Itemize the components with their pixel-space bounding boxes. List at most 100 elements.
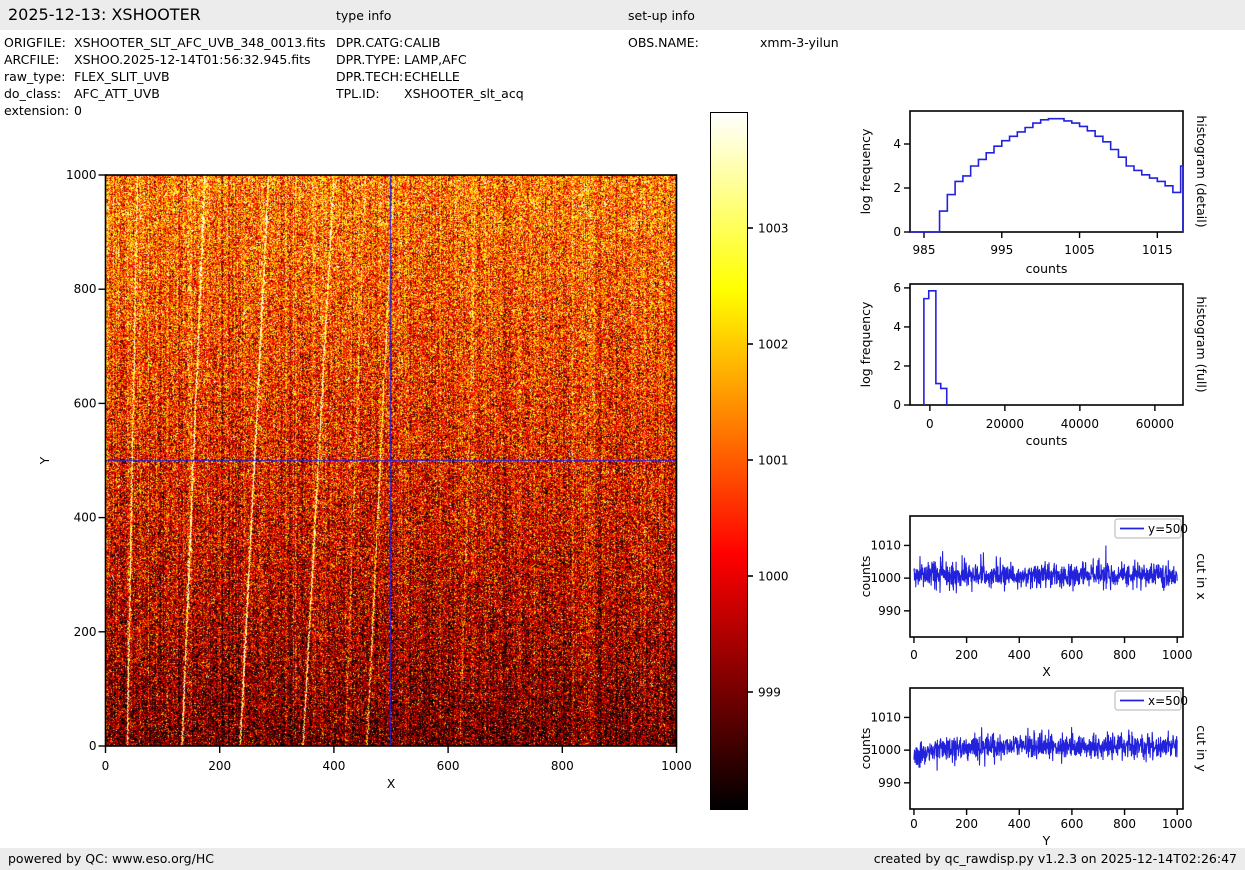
y-tick-label: 0 [893,225,901,239]
setup-info-list: OBS.NAME:xmm-3-yilun [628,34,839,51]
y-tick-label: 990 [878,776,901,790]
x-tick-label: 800 [1113,648,1136,662]
x-tick-label: 20000 [986,417,1024,431]
meta-label: do_class: [4,85,74,102]
x-tick-label: 800 [1113,817,1136,831]
y-tick-label: 600 [74,396,97,410]
y-tick-label: 6 [893,281,901,295]
meta-value: XSHOO.2025-12-14T01:56:32.945.fits [74,52,311,67]
page-title: 2025-12-13: XSHOOTER [8,5,201,24]
meta-value: XSHOOTER_SLT_AFC_UVB_348_0013.fits [74,35,326,50]
meta-value: AFC_ATT_UVB [74,86,160,101]
y-tick-label: 0 [89,739,97,753]
colorbar-tick-label: 1002 [758,338,789,352]
x-tick-label: 60000 [1136,417,1174,431]
x-axis-label: X [387,776,396,791]
plot-hist_full-frame: 02000040000600000246countslog frequencyh… [858,281,1209,448]
legend-label: x=500 [1148,694,1188,708]
plot-cut_y-frame: 0200400600800100099010001010Ycountscut i… [858,688,1209,848]
y-tick-label: 800 [74,282,97,296]
right-axis-label: histogram (detail) [1194,115,1209,227]
x-tick-label: 1015 [1142,243,1173,257]
x-tick-label: 600 [1060,648,1083,662]
colorbar-tick-label: 1001 [758,454,789,468]
legend-label: y=500 [1148,522,1188,536]
meta-label: raw_type: [4,68,74,85]
colorbar-tick-label: 1000 [758,570,789,584]
x-tick-label: 0 [910,648,918,662]
meta-row: ORIGFILE:XSHOOTER_SLT_AFC_UVB_348_0013.f… [4,34,326,51]
x-tick-label: 1000 [661,759,692,773]
meta-value: CALIB [404,35,441,50]
meta-row: do_class:AFC_ATT_UVB [4,85,326,102]
meta-value: LAMP,AFC [404,52,467,67]
meta-label: DPR.CATG: [336,34,404,51]
cut_y-series [914,728,1177,771]
x-tick-label: 200 [955,648,978,662]
meta-label: DPR.TYPE: [336,51,404,68]
meta-value: 0 [74,103,82,118]
cut-in-y-plot: 0200400600800100099010001010Ycountscut i… [845,678,1245,853]
x-tick-label: 600 [437,759,460,773]
meta-row: DPR.CATG:CALIB [336,34,524,51]
type-info-list: DPR.CATG:CALIBDPR.TYPE:LAMP,AFCDPR.TECH:… [336,34,524,102]
y-axis-label: Y [37,456,52,465]
x-tick-label: 1000 [1162,648,1193,662]
x-tick-label: 200 [208,759,231,773]
footer-left-text: powered by QC: www.eso.org/HC [8,851,214,866]
histogram-full-plot: 02000040000600000246countslog frequencyh… [845,275,1245,455]
meta-label: extension: [4,102,74,119]
x-tick-label: 800 [551,759,574,773]
meta-value: FLEX_SLIT_UVB [74,69,170,84]
type-info-heading: type info [336,8,391,23]
x-tick-label: 200 [955,817,978,831]
y-tick-label: 200 [74,625,97,639]
colorbar-tick-label: 999 [758,686,781,700]
x-axis-label: counts [1026,433,1068,448]
x-axis-label: counts [1026,261,1068,276]
x-tick-label: 400 [322,759,345,773]
y-axis-label: counts [858,556,873,598]
hist_detail-series [910,119,1183,232]
y-tick-label: 4 [893,320,901,334]
colorbar-gradient [710,112,748,810]
meta-label: OBS.NAME: [628,34,760,51]
x-tick-label: 40000 [1061,417,1099,431]
cut-in-x-plot: 0200400600800100099010001010Xcountscut i… [845,505,1245,690]
meta-row: TPL.ID:XSHOOTER_slt_acq [336,85,524,102]
plot-hist_detail-frame: 98599510051015024countslog frequencyhist… [858,111,1209,276]
x-tick-label: 995 [990,243,1013,257]
y-tick-label: 990 [878,604,901,618]
right-axis-label: cut in y [1194,725,1209,772]
x-tick-label: 985 [913,243,936,257]
meta-row: OBS.NAME:xmm-3-yilun [628,34,839,51]
file-info-list: ORIGFILE:XSHOOTER_SLT_AFC_UVB_348_0013.f… [4,34,326,119]
legend: y=500 [1115,519,1188,538]
main-axes-frame: 0200400600800100002004006008001000XY [37,168,692,791]
meta-value: XSHOOTER_slt_acq [404,86,524,101]
hist_full-series [924,291,947,405]
x-axis-label: X [1042,664,1051,679]
colorbar-ticks: 9991000100110021003 [747,112,827,812]
x-tick-label: 0 [910,817,918,831]
y-axis-label: log frequency [858,301,873,387]
meta-label: TPL.ID: [336,85,404,102]
detector-axes: 0200400600800100002004006008001000XY [0,130,810,810]
footer-right-text: created by qc_rawdisp.py v1.2.3 on 2025-… [874,851,1237,866]
setup-info-heading: set-up info [628,8,695,23]
x-tick-label: 400 [1008,648,1031,662]
x-tick-label: 1005 [1064,243,1095,257]
y-tick-label: 2 [893,359,901,373]
y-tick-label: 400 [74,511,97,525]
meta-value: xmm-3-yilun [760,35,839,50]
x-tick-label: 0 [926,417,934,431]
meta-row: raw_type:FLEX_SLIT_UVB [4,68,326,85]
y-axis-label: log frequency [858,128,873,214]
right-axis-label: histogram (full) [1194,296,1209,392]
histogram-detail-plot: 98599510051015024countslog frequencyhist… [845,95,1245,285]
meta-label: ARCFILE: [4,51,74,68]
plot-cut_x-frame: 0200400600800100099010001010Xcountscut i… [858,516,1209,679]
meta-row: extension:0 [4,102,326,119]
y-tick-label: 1010 [870,538,901,552]
meta-row: DPR.TECH:ECHELLE [336,68,524,85]
